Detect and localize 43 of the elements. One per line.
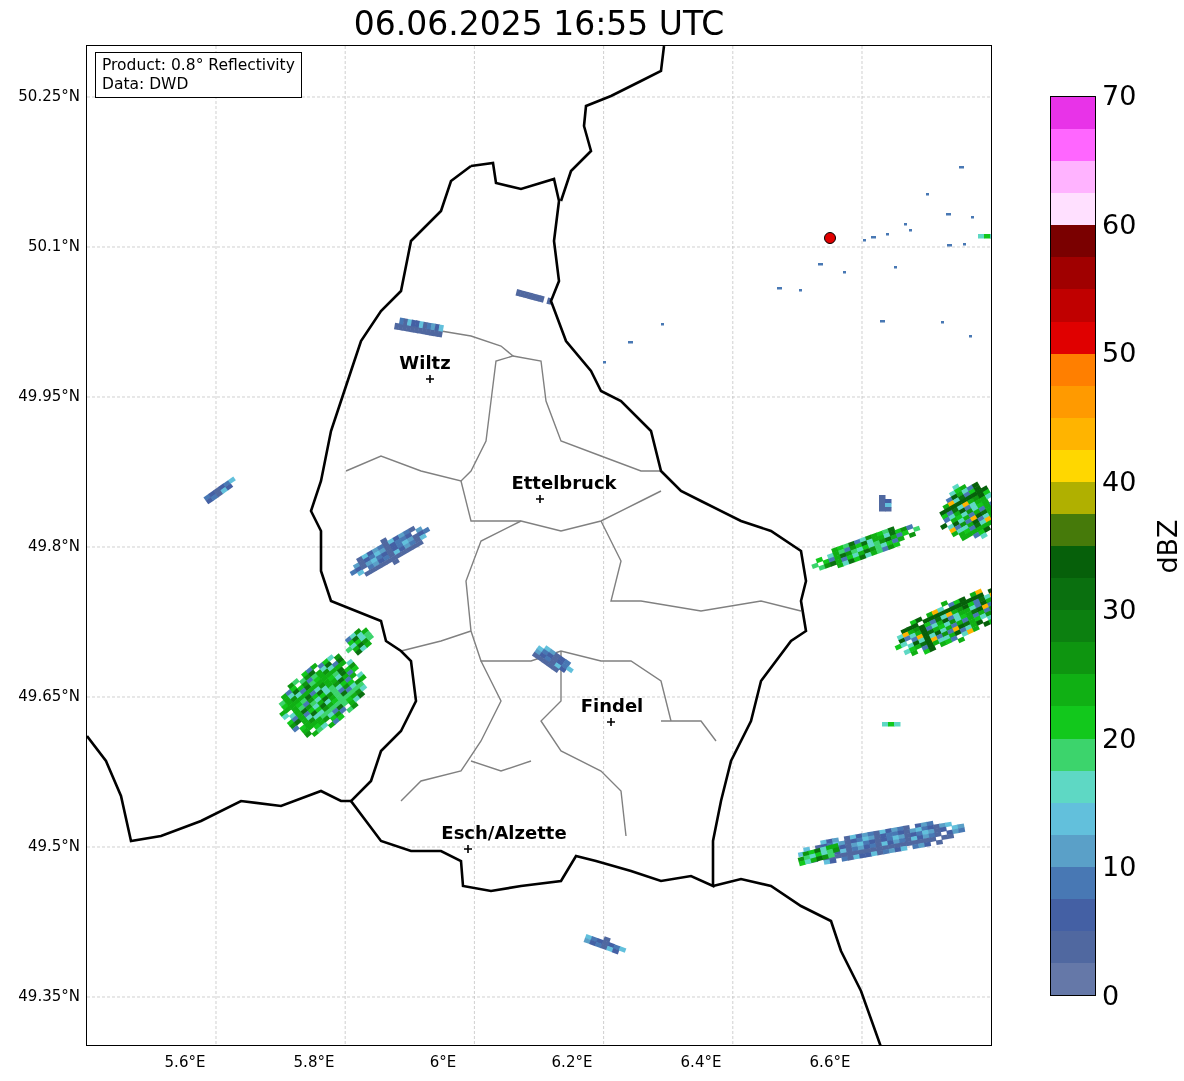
colorbar-tick-label: 60 — [1102, 209, 1137, 240]
city-marker — [535, 494, 545, 504]
city-label: Findel — [580, 695, 644, 716]
city-marker — [463, 844, 473, 854]
latitude-label: 49.35°N — [18, 986, 80, 1006]
radar-echo — [583, 933, 627, 955]
colorbar-tick-label: 50 — [1102, 338, 1137, 369]
colorbar-tick-label: 70 — [1102, 81, 1137, 111]
colorbar-tick-label: 20 — [1102, 723, 1137, 754]
longitude-label: 6.6°E — [808, 1052, 852, 1072]
colorbar-label: dBZ — [1151, 518, 1183, 574]
radar-echo — [531, 645, 574, 674]
latitude-label: 49.8°N — [27, 536, 80, 556]
latitude-label: 50.1°N — [27, 236, 80, 256]
chart-title: 06.06.2025 16:55 UTC — [352, 3, 726, 45]
colorbar-tick-label: 30 — [1102, 595, 1137, 626]
info-text: Data: DWD — [102, 75, 190, 94]
radar-site-marker — [824, 232, 836, 244]
radar-echo — [978, 234, 991, 239]
latitude-label: 49.65°N — [18, 686, 80, 706]
longitude-label: 5.6°E — [163, 1052, 207, 1072]
city-marker — [425, 374, 435, 384]
latitude-label: 49.5°N — [27, 836, 80, 856]
radar-echo — [203, 476, 236, 505]
city-label: Esch/Alzette — [441, 822, 567, 843]
latitude-label: 50.25°N — [18, 86, 80, 106]
radar-echo — [394, 317, 444, 338]
longitude-label: 5.8°E — [292, 1052, 336, 1072]
longitude-label: 6°E — [428, 1052, 458, 1072]
info-text: Product: 0.8° Reflectivity — [102, 56, 295, 75]
city-marker — [606, 717, 616, 727]
longitude-label: 6.4°E — [679, 1052, 723, 1072]
colorbar-tick-label: 40 — [1102, 466, 1137, 497]
radar-echo — [879, 495, 892, 512]
city-label: Ettelbruck — [511, 472, 617, 493]
colorbar-tick-label: 0 — [1102, 980, 1121, 1011]
colorbar-tick-label: 10 — [1102, 852, 1137, 883]
longitude-label: 6.2°E — [550, 1052, 594, 1072]
latitude-label: 49.95°N — [18, 386, 80, 406]
radar-echo — [882, 722, 901, 727]
city-label: Wiltz — [399, 352, 451, 373]
radar-echo — [515, 289, 553, 305]
radar-echo — [939, 481, 991, 542]
